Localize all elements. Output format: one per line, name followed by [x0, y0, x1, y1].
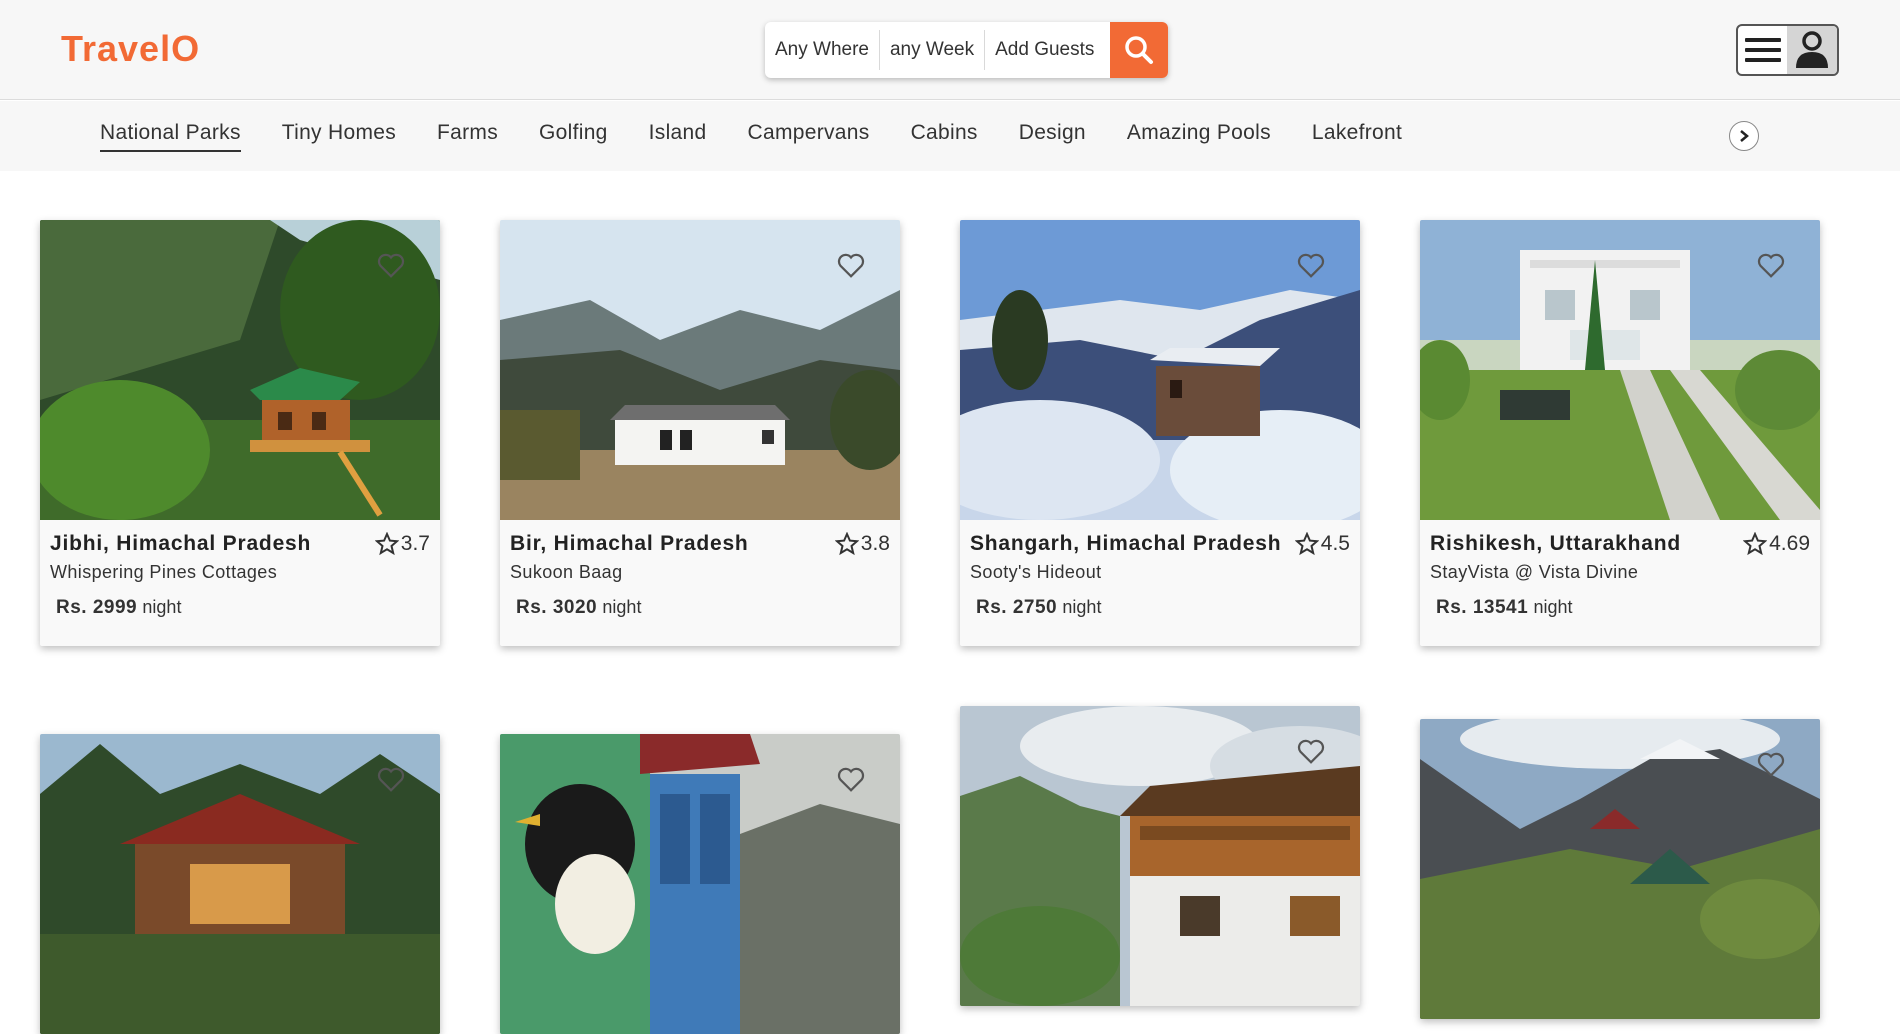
listing-location: Jibhi, Himachal Pradesh — [50, 532, 312, 555]
search-icon — [1125, 36, 1153, 64]
search-bar[interactable]: Any Where any Week Add Guests — [765, 22, 1168, 78]
heart-icon[interactable] — [1296, 736, 1326, 766]
category-list: National Parks Tiny Homes Farms Golfing … — [100, 121, 1443, 152]
white-villa-lawn-photo — [1420, 220, 1820, 520]
search-when[interactable]: any Week — [880, 30, 986, 70]
wooden-cottage-forest-photo — [40, 734, 440, 1034]
rating-value: 3.7 — [400, 532, 430, 555]
category-bar: National Parks Tiny Homes Farms Golfing … — [0, 101, 1900, 171]
hamburger-icon — [1738, 26, 1787, 74]
star-icon — [374, 532, 399, 556]
price-amount: Rs. 2999 — [56, 597, 138, 618]
listing-rating: 3.7 — [374, 532, 430, 556]
price-unit: night — [602, 597, 642, 617]
rating-value: 4.5 — [1320, 532, 1350, 555]
price-unit: night — [1062, 597, 1102, 617]
category-national-parks[interactable]: National Parks — [100, 121, 241, 152]
mountain-camping-photo — [1420, 719, 1820, 1019]
wooden-balcony-house-photo — [960, 706, 1360, 1006]
listing-price: Rs. 2999 night — [56, 597, 430, 619]
search-where[interactable]: Any Where — [765, 30, 880, 70]
category-campervans[interactable]: Campervans — [748, 121, 870, 152]
price-amount: Rs. 2750 — [976, 597, 1058, 618]
listing-name: Sooty's Hideout — [970, 562, 1102, 582]
logo[interactable]: TravelO — [61, 28, 200, 70]
category-next-button[interactable] — [1729, 121, 1759, 151]
heart-icon[interactable] — [836, 250, 866, 280]
heart-icon[interactable] — [376, 764, 406, 794]
category-tiny-homes[interactable]: Tiny Homes — [282, 121, 396, 152]
listing-location: Bir, Himachal Pradesh — [510, 532, 749, 555]
search-guests[interactable]: Add Guests — [985, 30, 1104, 70]
listing-card[interactable]: Bir, Himachal Pradesh 3.8 Sukoon Baag Rs… — [500, 220, 900, 646]
listing-card[interactable]: Rishikesh, Uttarakhand 4.69 StayVista @ … — [1420, 220, 1820, 646]
star-icon — [1294, 532, 1319, 556]
listing-name: Sukoon Baag — [510, 562, 623, 582]
user-icon — [1787, 26, 1837, 74]
listing-card[interactable] — [1420, 719, 1820, 1019]
price-amount: Rs. 3020 — [516, 597, 598, 618]
listing-card[interactable]: Shangarh, Himachal Pradesh 4.5 Sooty's H… — [960, 220, 1360, 646]
category-lakefront[interactable]: Lakefront — [1312, 121, 1402, 152]
price-amount: Rs. 13541 — [1436, 597, 1529, 618]
rating-value: 3.8 — [860, 532, 890, 555]
price-unit: night — [1533, 597, 1573, 617]
listing-price: Rs. 3020 night — [516, 597, 890, 619]
listing-location: Shangarh, Himachal Pradesh — [970, 532, 1282, 555]
listing-card[interactable] — [40, 734, 440, 1034]
heart-icon[interactable] — [836, 764, 866, 794]
listing-card[interactable] — [500, 734, 900, 1034]
bird-mural-house-photo — [500, 734, 900, 1034]
heart-icon[interactable] — [1756, 749, 1786, 779]
listing-price: Rs. 2750 night — [976, 597, 1350, 619]
star-icon — [834, 532, 859, 556]
search-button[interactable] — [1110, 22, 1168, 78]
heart-icon[interactable] — [376, 250, 406, 280]
category-farms[interactable]: Farms — [437, 121, 498, 152]
chevron-right-icon — [1740, 130, 1749, 142]
listing-price: Rs. 13541 night — [1436, 597, 1810, 619]
category-design[interactable]: Design — [1019, 121, 1086, 152]
top-header: TravelO Any Where any Week Add Guests — [0, 0, 1900, 100]
category-cabins[interactable]: Cabins — [911, 121, 978, 152]
white-cottage-valley-photo — [500, 220, 900, 520]
heart-icon[interactable] — [1296, 250, 1326, 280]
snowy-hut-photo — [960, 220, 1360, 520]
category-island[interactable]: Island — [649, 121, 707, 152]
heart-icon[interactable] — [1756, 250, 1786, 280]
listing-name: StayVista @ Vista Divine — [1430, 562, 1639, 582]
listing-card[interactable]: Jibhi, Himachal Pradesh 3.7 Whispering P… — [40, 220, 440, 646]
rating-value: 4.69 — [1769, 532, 1810, 555]
category-golfing[interactable]: Golfing — [539, 121, 608, 152]
listing-rating: 4.69 — [1743, 532, 1810, 556]
star-icon — [1743, 532, 1768, 556]
category-amazing-pools[interactable]: Amazing Pools — [1127, 121, 1271, 152]
price-unit: night — [142, 597, 182, 617]
listing-name: Whispering Pines Cottages — [50, 562, 278, 582]
listing-card[interactable] — [960, 706, 1360, 1006]
user-menu-button[interactable] — [1736, 24, 1839, 76]
listing-rating: 4.5 — [1294, 532, 1350, 556]
treehouse-cabin-photo — [40, 220, 440, 520]
listing-rating: 3.8 — [834, 532, 890, 556]
